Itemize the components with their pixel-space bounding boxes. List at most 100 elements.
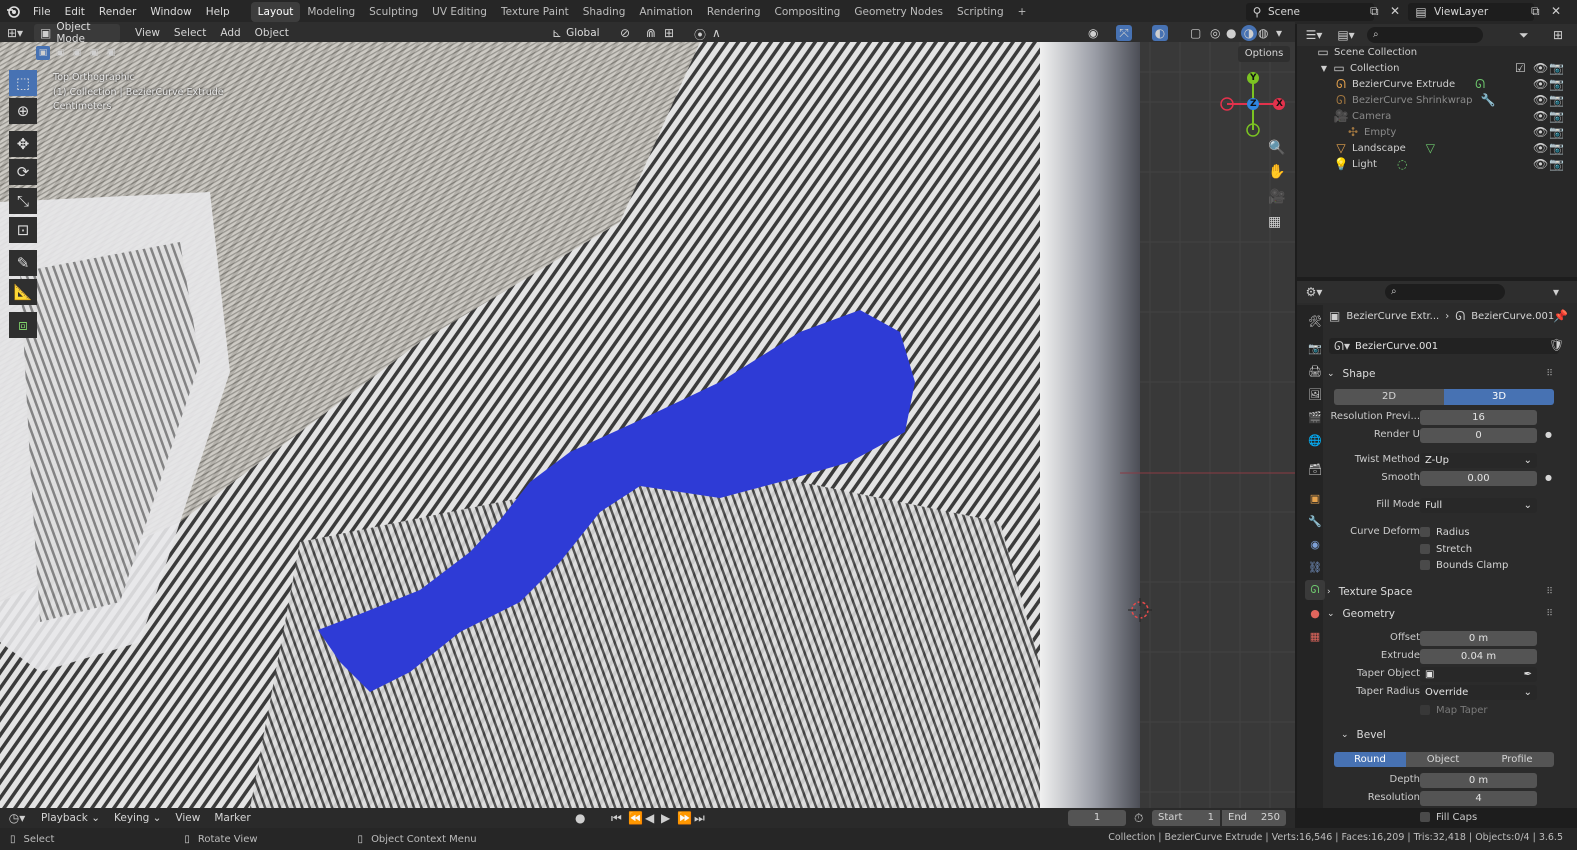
drag-handle-icon[interactable]: ⠿	[1546, 609, 1553, 619]
play-icon[interactable]: ▶	[661, 811, 670, 825]
xray-icon[interactable]: ▢	[1190, 26, 1201, 40]
collection-render-icon[interactable]: 📷	[1549, 61, 1564, 75]
outliner-row-camera[interactable]: 🎥 Camera 👁 📷	[1297, 108, 1577, 124]
bevel-object-button[interactable]: Object	[1406, 752, 1480, 767]
select-intersect-icon[interactable]: ▣	[104, 46, 118, 60]
options-dropdown[interactable]: Options	[1238, 46, 1290, 62]
scale-tool[interactable]: ⤡	[9, 188, 37, 214]
timeline-view-menu[interactable]: View	[168, 812, 207, 824]
select-subtract-icon[interactable]: ▣	[70, 46, 84, 60]
material-tab-icon[interactable]: ●	[1305, 603, 1325, 623]
select-invert-icon[interactable]: ▣	[87, 46, 101, 60]
3d-viewport[interactable]: ▣ ▣ ▣ ▣ ▣ Options Top Orthographic (1) C…	[0, 42, 1295, 808]
zoom-icon[interactable]: 🔍	[1268, 140, 1285, 156]
physics-tab-icon[interactable]: ◉	[1305, 534, 1325, 554]
shading-options-icon[interactable]: ▾	[1276, 26, 1282, 40]
annotate-tool[interactable]: ✎	[9, 250, 37, 276]
remove-scene-icon[interactable]: ✕	[1390, 4, 1400, 18]
collection-eye-icon[interactable]: 👁	[1533, 61, 1548, 75]
menu-file[interactable]: File	[26, 0, 58, 24]
outliner-row-empty[interactable]: ✣ Empty 👁 📷	[1297, 124, 1577, 140]
tab-texture-paint[interactable]: Texture Paint	[494, 2, 576, 22]
view-layer-selector[interactable]: ▤ ViewLayer	[1408, 3, 1534, 21]
drag-handle-icon[interactable]: ⠿	[1546, 587, 1553, 597]
curve-browse-icon[interactable]: ᘏ▾	[1329, 339, 1355, 354]
pan-hand-icon[interactable]: ✋	[1268, 164, 1285, 180]
output-tab-icon[interactable]: 🖨	[1305, 361, 1325, 381]
tab-animation[interactable]: Animation	[632, 2, 700, 22]
visibility-icon[interactable]: ◉	[1088, 26, 1098, 40]
datablock-selector[interactable]: ᘏ▾ BezierCurve.001	[1329, 338, 1559, 354]
modifier-tab-icon[interactable]: 🔧	[1305, 511, 1325, 531]
pivot-icon[interactable]: ⊘	[620, 26, 630, 40]
transform-orientation-dropdown[interactable]: ⊾ Global	[546, 24, 610, 42]
tab-shading[interactable]: Shading	[576, 2, 633, 22]
copy-scene-icon[interactable]: ⧉	[1370, 4, 1379, 19]
fill-mode-dropdown[interactable]: Full ⌄	[1420, 498, 1537, 513]
offset-field[interactable]: 0 m	[1420, 631, 1537, 646]
outliner-row-beziercurve-shrinkwrap[interactable]: ᘏ BezierCurve Shrinkwrap 🔧 👁 📷	[1297, 92, 1577, 108]
viewport-menu-object[interactable]: Object	[248, 27, 296, 39]
tab-geometry-nodes[interactable]: Geometry Nodes	[847, 2, 950, 22]
collection-checkbox-icon[interactable]: ☑	[1515, 61, 1526, 75]
outliner-editor-icon[interactable]: ☰▾	[1297, 28, 1331, 42]
move-tool[interactable]: ✥	[9, 131, 37, 157]
ortho-grid-icon[interactable]: ▦	[1268, 214, 1281, 230]
viewport-menu-view[interactable]: View	[128, 27, 167, 39]
bounds-clamp-checkbox[interactable]: Bounds Clamp	[1420, 557, 1508, 573]
drag-handle-icon[interactable]: ⠿	[1546, 369, 1553, 379]
tab-rendering[interactable]: Rendering	[700, 2, 768, 22]
eye-icon[interactable]: 👁	[1533, 77, 1548, 91]
view-layer-tab-icon[interactable]: 🖼	[1305, 384, 1325, 404]
wireframe-shading-icon[interactable]: ◎	[1210, 26, 1220, 40]
viewport-menu-add[interactable]: Add	[213, 27, 247, 39]
smooth-field[interactable]: 0.00	[1420, 471, 1537, 486]
eye-icon[interactable]: 👁	[1533, 157, 1548, 171]
solid-shading-icon[interactable]: ●	[1226, 26, 1236, 40]
falloff-icon[interactable]: ∧	[712, 26, 721, 40]
object-tab-icon[interactable]: ▣	[1305, 488, 1325, 508]
render-u-field[interactable]: 0	[1420, 428, 1537, 443]
start-frame-field[interactable]: Start 1	[1152, 810, 1220, 826]
twist-method-dropdown[interactable]: Z-Up ⌄	[1420, 453, 1537, 468]
timeline-editor-icon[interactable]: ◷▾	[0, 811, 34, 825]
render-icon[interactable]: 📷	[1549, 141, 1564, 155]
select-new-icon[interactable]: ▣	[36, 46, 50, 60]
render-icon[interactable]: 📷	[1549, 157, 1564, 171]
proportional-edit-icon[interactable]: ⦿	[694, 26, 706, 43]
gizmo-toggle-icon[interactable]: ⤧	[1116, 25, 1132, 41]
menu-window[interactable]: Window	[143, 0, 198, 24]
copy-view-layer-icon[interactable]: ⧉	[1531, 4, 1540, 19]
tab-layout[interactable]: Layout	[250, 2, 301, 22]
select-extend-icon[interactable]: ▣	[53, 46, 67, 60]
filter-icon[interactable]: ⏷	[1519, 28, 1529, 43]
tool-tab-icon[interactable]: 🛠	[1305, 311, 1325, 331]
fill-caps-checkbox[interactable]: Fill Caps	[1420, 809, 1477, 825]
pin-icon[interactable]: 📌	[1553, 309, 1568, 323]
stretch-checkbox[interactable]: Stretch	[1420, 541, 1472, 557]
outliner-row-beziercurve-extrude[interactable]: ᘏ BezierCurve Extrude ᘏ 👁 📷	[1297, 76, 1577, 92]
outliner-row-landscape[interactable]: ▽ Landscape ▽ 👁 📷	[1297, 140, 1577, 156]
properties-options-icon[interactable]: ▾	[1553, 285, 1559, 299]
outliner-row-collection[interactable]: ▼ ▭ Collection ☑ 👁 📷	[1297, 60, 1577, 76]
geometry-section-header[interactable]: ⌄ Geometry ⠿	[1327, 604, 1567, 624]
bevel-section-header[interactable]: ⌄ Bevel	[1341, 725, 1577, 745]
blender-logo-icon[interactable]	[0, 5, 26, 19]
material-shading-icon[interactable]: ◑	[1241, 25, 1257, 41]
current-frame-field[interactable]: 1	[1068, 810, 1126, 826]
jump-end-icon[interactable]: ⏭	[694, 811, 705, 826]
radius-checkbox[interactable]: Radius	[1420, 524, 1470, 540]
menu-help[interactable]: Help	[199, 0, 237, 24]
rendered-shading-icon[interactable]: ◍	[1258, 26, 1268, 40]
keying-menu[interactable]: Keying ⌄	[107, 812, 168, 824]
taper-object-field[interactable]: ▣ ✒	[1420, 667, 1537, 682]
display-mode-icon[interactable]: ▤▾	[1331, 28, 1361, 42]
rotate-tool[interactable]: ⟳	[9, 159, 37, 185]
render-icon[interactable]: 📷	[1549, 125, 1564, 139]
end-frame-field[interactable]: End 250	[1222, 810, 1286, 826]
bevel-profile-button[interactable]: Profile	[1480, 752, 1554, 767]
eye-icon[interactable]: 👁	[1533, 109, 1548, 123]
remove-view-layer-icon[interactable]: ✕	[1551, 4, 1561, 18]
shape-section-header[interactable]: ⌄ Shape ⠿	[1327, 364, 1567, 384]
eye-icon[interactable]: 👁	[1533, 125, 1548, 139]
